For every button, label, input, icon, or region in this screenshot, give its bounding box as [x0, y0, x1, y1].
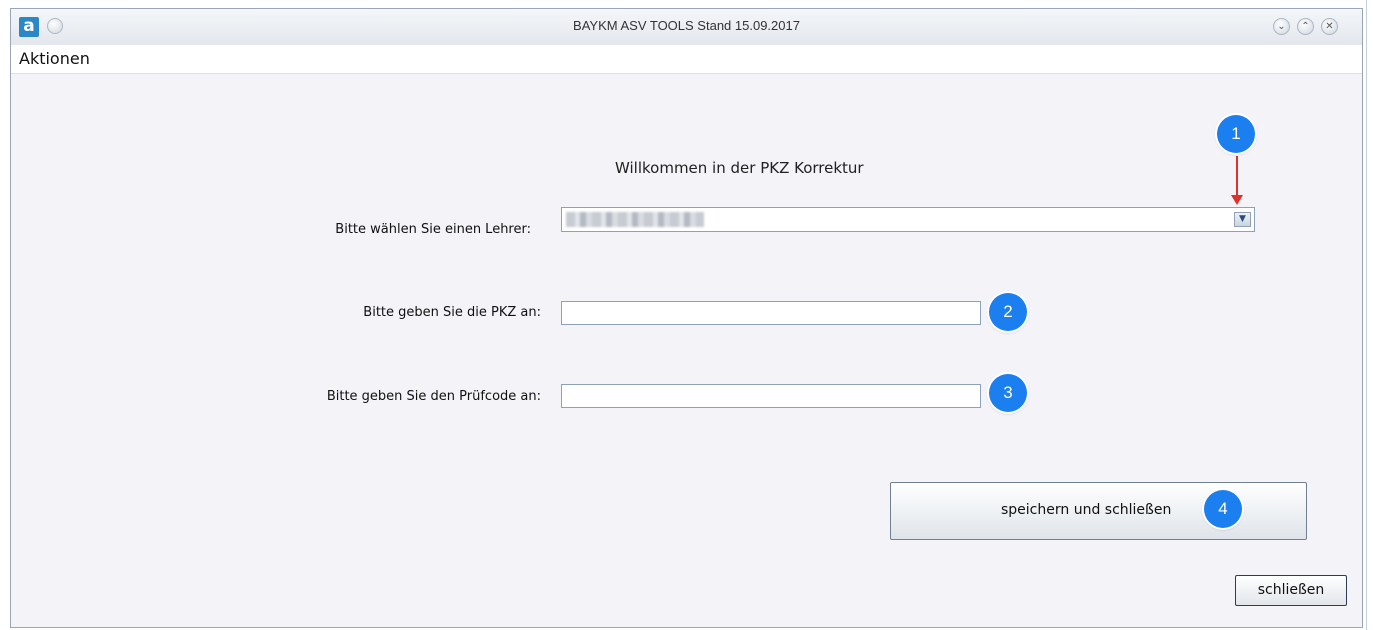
- close-button[interactable]: schließen: [1235, 575, 1347, 606]
- pkz-input[interactable]: [561, 301, 981, 325]
- menu-aktionen[interactable]: Aktionen: [19, 49, 90, 68]
- save-and-close-label: speichern und schließen: [1001, 502, 1172, 518]
- background-edge-line: [1366, 0, 1367, 630]
- pkz-label: Bitte geben Sie die PKZ an:: [363, 305, 541, 320]
- annotation-badge-2: 2: [989, 293, 1027, 331]
- teacher-select-value-blurred: [566, 212, 704, 227]
- title-bar[interactable]: a BAYKM ASV TOOLS Stand 15.09.2017 ⌄ ⌃ ✕: [11, 9, 1362, 46]
- window-title: BAYKM ASV TOOLS Stand 15.09.2017: [573, 18, 800, 33]
- pruefcode-input[interactable]: [561, 384, 981, 408]
- annotation-badge-1: 1: [1217, 115, 1255, 153]
- maximize-button[interactable]: ⌃: [1297, 18, 1314, 35]
- teacher-select[interactable]: ▼: [561, 207, 1255, 232]
- annotation-arrow-head: [1231, 195, 1243, 205]
- save-and-close-button[interactable]: speichern und schließen: [890, 482, 1307, 540]
- annotation-badge-4: 4: [1204, 490, 1242, 528]
- chevron-down-icon[interactable]: ▼: [1234, 212, 1251, 227]
- teacher-label: Bitte wählen Sie einen Lehrer:: [335, 222, 531, 237]
- annotation-badge-3: 3: [989, 374, 1027, 412]
- minimize-button[interactable]: ⌄: [1273, 18, 1290, 35]
- page-heading: Willkommen in der PKZ Korrektur: [615, 159, 864, 177]
- app-window: a BAYKM ASV TOOLS Stand 15.09.2017 ⌄ ⌃ ✕…: [10, 8, 1363, 628]
- pruefcode-label: Bitte geben Sie den Prüfcode an:: [326, 389, 541, 404]
- menu-bar: Aktionen: [11, 45, 1362, 74]
- close-window-button[interactable]: ✕: [1321, 18, 1338, 35]
